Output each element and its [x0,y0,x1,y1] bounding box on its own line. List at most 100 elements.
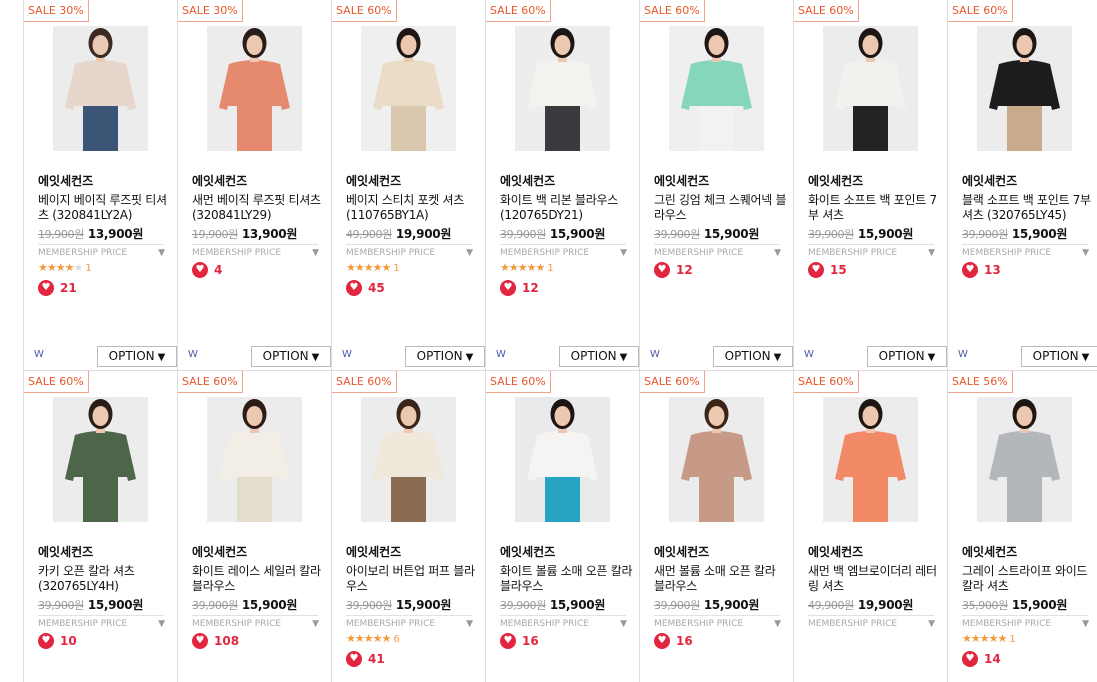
membership-price-toggle[interactable]: MEMBERSHIP PRICE ▼ [346,615,473,633]
heart-icon[interactable]: ♥ [192,262,208,278]
like-count[interactable]: ♥ 108 [192,633,239,649]
option-button[interactable]: OPTION ▼ [1021,346,1097,367]
like-number: 16 [522,634,539,648]
product-card[interactable]: SALE 60% 에잇세컨즈 그린 깅엄 체크 스퀘어넥 블라우스 39,900원 15… [639,0,793,371]
heart-icon[interactable]: ♥ [962,262,978,278]
product-name[interactable]: 화이트 볼륨 소매 오픈 칼라 블라우스 [500,564,634,594]
membership-price-toggle[interactable]: MEMBERSHIP PRICE ▼ [654,615,781,633]
like-count[interactable]: ♥ 16 [654,633,693,649]
price-block: 39,900원 15,900원 [38,596,172,613]
membership-price-toggle[interactable]: MEMBERSHIP PRICE ▼ [38,244,165,262]
product-image[interactable] [515,26,610,151]
product-name[interactable]: 화이트 백 리본 블라우스 (120765DY21) [500,193,634,223]
like-count[interactable]: ♥ 15 [808,262,847,278]
heart-icon[interactable]: ♥ [962,651,978,667]
product-name[interactable]: 새먼 볼륨 소매 오픈 칼라 블라우스 [654,564,788,594]
heart-icon[interactable]: ♥ [500,280,516,296]
membership-price-toggle[interactable]: MEMBERSHIP PRICE ▼ [808,615,935,633]
product-image[interactable] [53,26,148,151]
membership-price-toggle[interactable]: MEMBERSHIP PRICE ▼ [654,244,781,262]
option-button[interactable]: OPTION ▼ [405,346,485,367]
product-image[interactable] [207,397,302,522]
like-count[interactable]: ♥ 45 [346,280,385,296]
like-count[interactable]: ♥ 13 [962,262,1001,278]
review-count: 1 [85,263,92,274]
heart-icon[interactable]: ♥ [808,262,824,278]
product-image[interactable] [361,397,456,522]
like-count[interactable]: ♥ 12 [654,262,693,278]
product-image[interactable] [823,26,918,151]
option-button[interactable]: OPTION ▼ [713,346,793,367]
product-image[interactable] [669,397,764,522]
product-image[interactable] [823,397,918,522]
product-card[interactable]: SALE 60% 에잇세컨즈 새먼 볼륨 소매 오픈 칼라 블라우스 39,900원 1… [639,371,793,682]
product-name[interactable]: 화이트 소프트 백 포인트 7부 셔츠 [808,193,942,223]
membership-price-toggle[interactable]: MEMBERSHIP PRICE ▼ [962,244,1089,262]
like-count[interactable]: ♥ 21 [38,280,77,296]
product-name[interactable]: 베이지 베이직 루즈핏 티셔츠 (320841LY2A) [38,193,172,223]
product-name[interactable]: 카키 오픈 칼라 셔츠 (320765LY4H) [38,564,172,594]
product-name[interactable]: 블랙 소프트 백 포인트 7부 셔츠 (320765LY45) [962,193,1096,223]
product-name[interactable]: 아이보리 버튼업 퍼프 블라우스 [346,564,480,594]
product-card[interactable]: SALE 30% 에잇세컨즈 베이지 베이직 루즈핏 티셔츠 (320841LY2A… [23,0,177,371]
product-card[interactable]: SALE 30% 에잇세컨즈 새먼 베이직 루즈핏 티셔츠 (320841LY29)… [177,0,331,371]
product-card[interactable]: SALE 60% 에잇세컨즈 화이트 볼륨 소매 오픈 칼라 블라우스 39,900원… [485,371,639,682]
option-button[interactable]: OPTION ▼ [867,346,947,367]
membership-price-toggle[interactable]: MEMBERSHIP PRICE ▼ [192,244,319,262]
product-image[interactable] [977,26,1072,151]
like-count[interactable]: ♥ 12 [500,280,539,296]
product-card[interactable]: SALE 60% 에잇세컨즈 화이트 소프트 백 포인트 7부 셔츠 39,900원 1… [793,0,947,371]
membership-price-toggle[interactable]: MEMBERSHIP PRICE ▼ [38,615,165,633]
product-card[interactable]: SALE 60% 에잇세컨즈 카키 오픈 칼라 셔츠 (320765LY4H) 39,… [23,371,177,682]
product-image[interactable] [669,26,764,151]
membership-price-label: MEMBERSHIP PRICE [962,248,1052,258]
membership-price-toggle[interactable]: MEMBERSHIP PRICE ▼ [500,615,627,633]
sale-badge: SALE 60% [332,371,397,393]
heart-icon[interactable]: ♥ [500,633,516,649]
product-card[interactable]: SALE 60% 에잇세컨즈 블랙 소프트 백 포인트 7부 셔츠 (320765L… [947,0,1097,371]
heart-icon[interactable]: ♥ [346,280,362,296]
product-card[interactable]: SALE 60% 에잇세컨즈 새먼 백 엠브로이더리 레터링 셔츠 49,900원 19… [793,371,947,682]
product-card[interactable]: SALE 60% 에잇세컨즈 화이트 백 리본 블라우스 (120765DY21) 3… [485,0,639,371]
product-card[interactable]: SALE 56% 에잇세컨즈 그레이 스트라이프 와이드 칼라 셔츠 35,900원 1… [947,371,1097,682]
product-image[interactable] [515,397,610,522]
option-button[interactable]: OPTION ▼ [559,346,639,367]
caret-down-icon: ▼ [774,619,781,629]
membership-price-toggle[interactable]: MEMBERSHIP PRICE ▼ [192,615,319,633]
product-card[interactable]: SALE 60% 에잇세컨즈 베이지 스티치 포켓 셔츠 (110765BY1A) 4… [331,0,485,371]
product-name[interactable]: 새먼 베이직 루즈핏 티셔츠 (320841LY29) [192,193,326,223]
like-count[interactable]: ♥ 4 [192,262,222,278]
caret-down-icon: ▼ [466,619,473,629]
product-image[interactable] [53,397,148,522]
like-count[interactable]: ♥ 41 [346,651,385,667]
heart-icon[interactable]: ♥ [654,262,670,278]
membership-price-label: MEMBERSHIP PRICE [808,619,898,629]
heart-icon[interactable]: ♥ [192,633,208,649]
product-name[interactable]: 베이지 스티치 포켓 셔츠 (110765BY1A) [346,193,480,223]
product-image[interactable] [361,26,456,151]
option-button[interactable]: OPTION ▼ [97,346,177,367]
product-name[interactable]: 그린 깅엄 체크 스퀘어넥 블라우스 [654,193,788,223]
heart-icon[interactable]: ♥ [654,633,670,649]
product-card[interactable]: SALE 60% 에잇세컨즈 아이보리 버튼업 퍼프 블라우스 39,900원 15,9… [331,371,485,682]
option-button[interactable]: OPTION ▼ [251,346,331,367]
heart-icon[interactable]: ♥ [38,633,54,649]
heart-icon[interactable]: ♥ [38,280,54,296]
product-card[interactable]: SALE 60% 에잇세컨즈 화이트 레이스 세일러 칼라 블라우스 39,900원 1… [177,371,331,682]
membership-price-toggle[interactable]: MEMBERSHIP PRICE ▼ [346,244,473,262]
brand-name: 에잇세컨즈 [38,545,94,559]
star-rating-icon: ★★★★★ [38,261,83,274]
membership-price-toggle[interactable]: MEMBERSHIP PRICE ▼ [962,615,1089,633]
like-count[interactable]: ♥ 10 [38,633,77,649]
product-name[interactable]: 새먼 백 엠브로이더리 레터링 셔츠 [808,564,942,594]
membership-price-toggle[interactable]: MEMBERSHIP PRICE ▼ [500,244,627,262]
product-name[interactable]: 그레이 스트라이프 와이드 칼라 셔츠 [962,564,1096,594]
like-count[interactable]: ♥ 16 [500,633,539,649]
product-name[interactable]: 화이트 레이스 세일러 칼라 블라우스 [192,564,326,594]
product-image[interactable] [977,397,1072,522]
membership-price-toggle[interactable]: MEMBERSHIP PRICE ▼ [808,244,935,262]
product-photo [823,397,918,522]
heart-icon[interactable]: ♥ [346,651,362,667]
like-count[interactable]: ♥ 14 [962,651,1001,667]
product-image[interactable] [207,26,302,151]
